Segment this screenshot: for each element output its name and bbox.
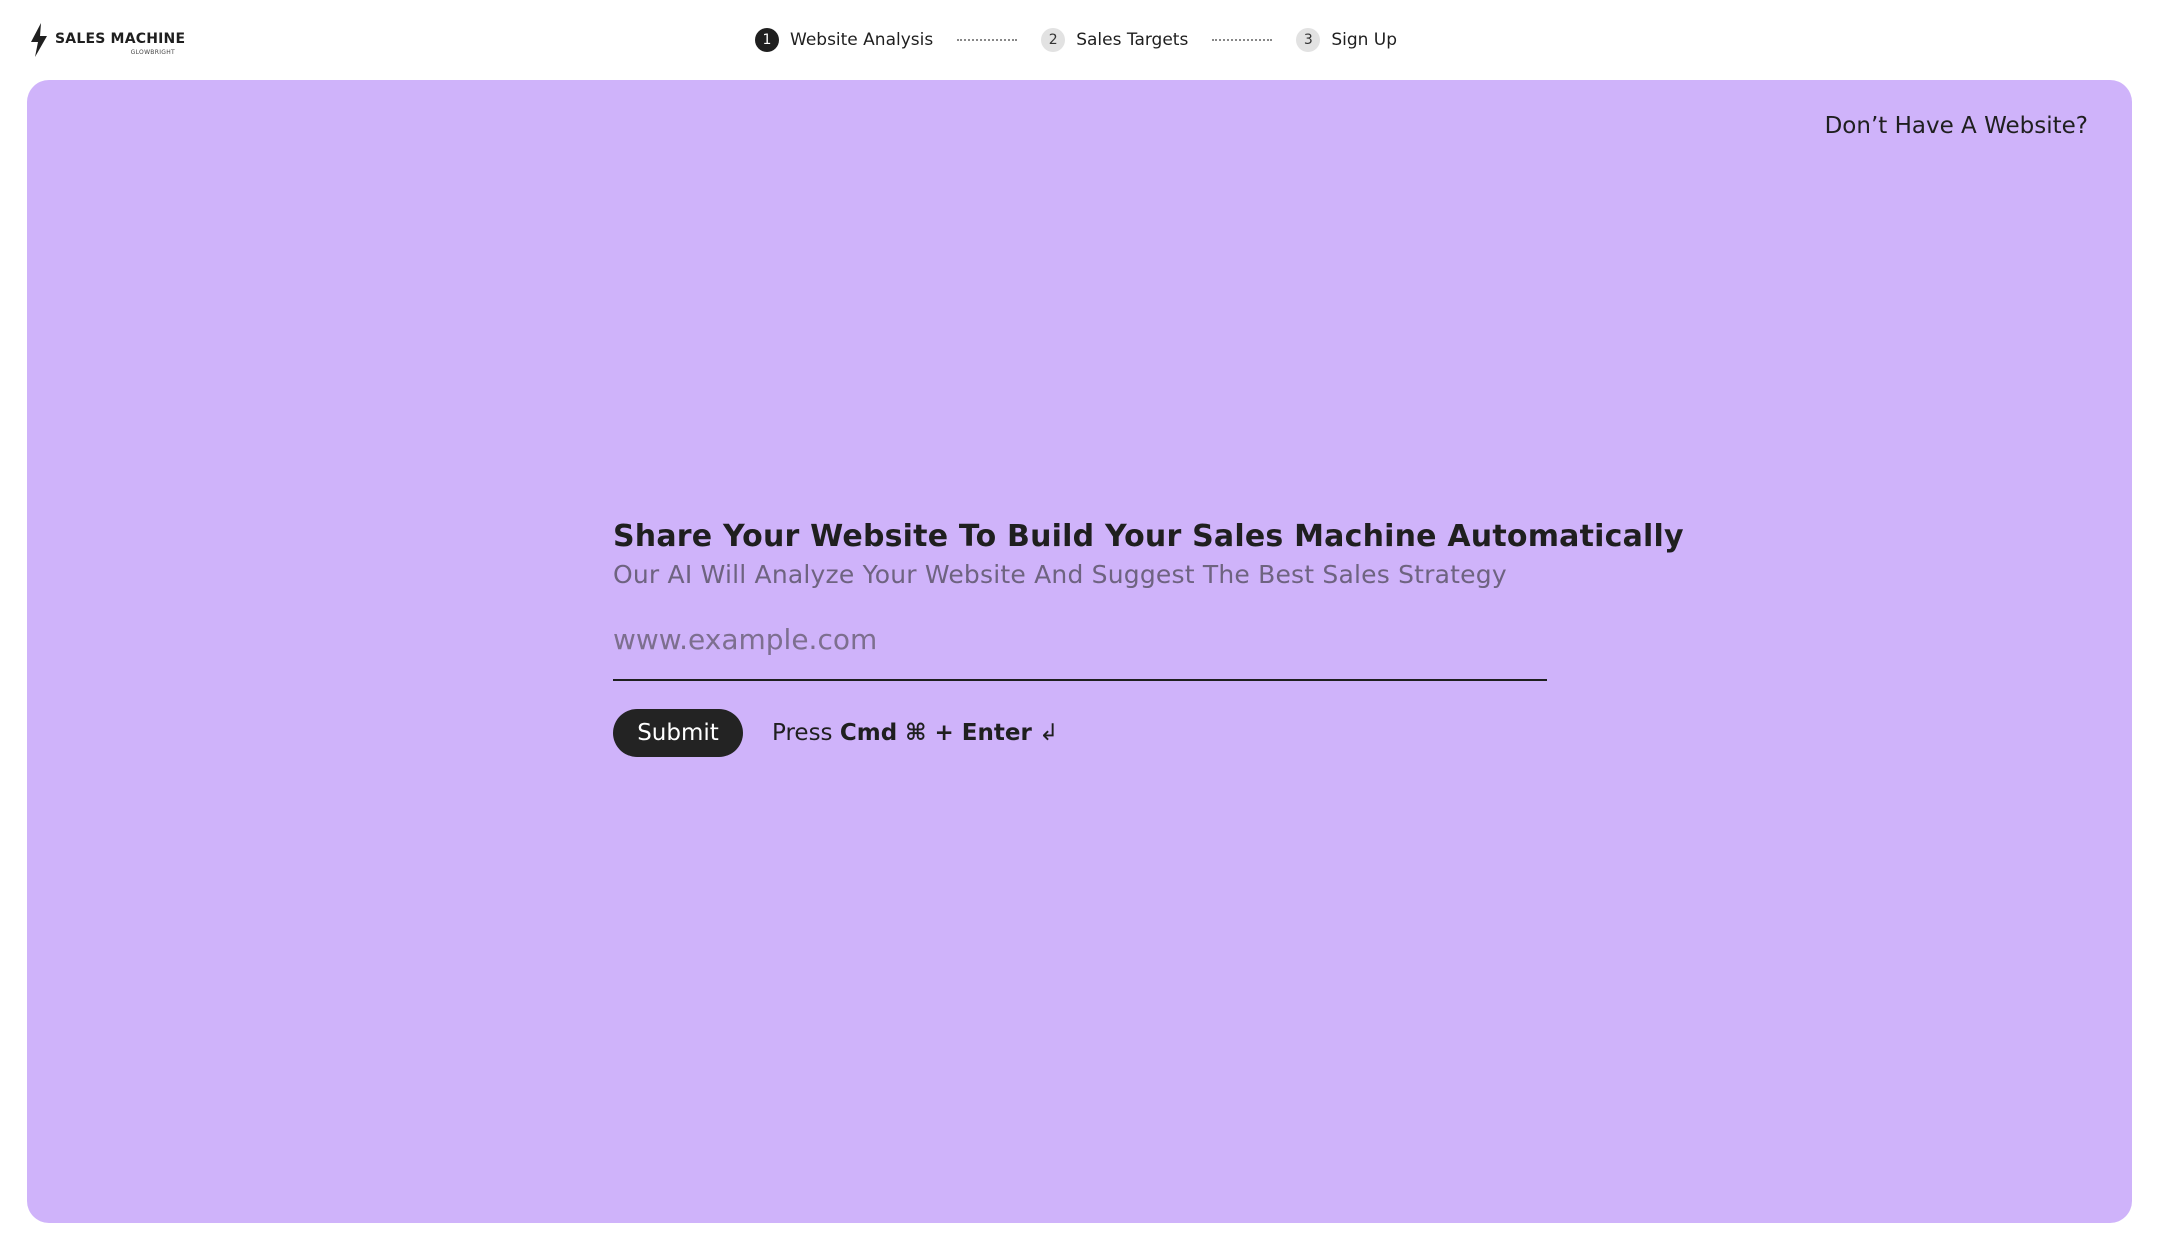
website-url-input[interactable] xyxy=(613,613,1547,681)
step-divider xyxy=(1212,39,1273,41)
step-label: Website Analysis xyxy=(790,30,934,50)
top-bar: SALES MACHINE GLOWBRIGHT 1 Website Analy… xyxy=(0,0,2159,80)
step-sign-up[interactable]: 3 Sign Up xyxy=(1296,28,1397,52)
brand-name: SALES MACHINE xyxy=(55,31,186,47)
step-sales-targets[interactable]: 2 Sales Targets xyxy=(1041,28,1188,52)
step-label: Sales Targets xyxy=(1076,30,1189,50)
hint-prefix: Press xyxy=(772,720,840,746)
headline-post: Automatically xyxy=(1436,519,1684,554)
page-subtitle: Our AI Will Analyze Your Website And Sug… xyxy=(613,560,1507,589)
submit-button[interactable]: Submit xyxy=(613,709,743,757)
return-icon: ↲ xyxy=(1039,720,1059,746)
step-divider xyxy=(957,39,1018,41)
brand-logo[interactable]: SALES MACHINE GLOWBRIGHT xyxy=(28,22,185,58)
step-number: 3 xyxy=(1296,28,1321,52)
brand-subtitle: GLOWBRIGHT xyxy=(130,49,175,56)
step-number: 2 xyxy=(1041,28,1066,52)
form-actions: Submit Press Cmd ⌘ + Enter ↲ xyxy=(613,709,1549,757)
step-number: 1 xyxy=(755,28,779,52)
lightning-bolt-icon xyxy=(31,23,47,57)
step-website-analysis[interactable]: 1 Website Analysis xyxy=(755,28,933,52)
headline-bold: Build Your Sales Machine xyxy=(1007,519,1437,554)
hint-keys: Cmd ⌘ + Enter xyxy=(839,720,1032,746)
brand-text: SALES MACHINE GLOWBRIGHT xyxy=(55,23,185,57)
step-label: Sign Up xyxy=(1331,30,1398,50)
website-form: Share Your Website To Build Your Sales M… xyxy=(613,519,1684,757)
keyboard-hint: Press Cmd ⌘ + Enter ↲ xyxy=(772,720,1058,746)
main-panel: Don’t Have A Website? Share Your Website… xyxy=(27,80,2132,1223)
headline-pre: Share Your Website To xyxy=(613,519,1008,554)
page-title: Share Your Website To Build Your Sales M… xyxy=(613,519,1684,554)
progress-steps: 1 Website Analysis 2 Sales Targets 3 Sig… xyxy=(755,26,1397,54)
no-website-link[interactable]: Don’t Have A Website? xyxy=(1825,113,2088,139)
